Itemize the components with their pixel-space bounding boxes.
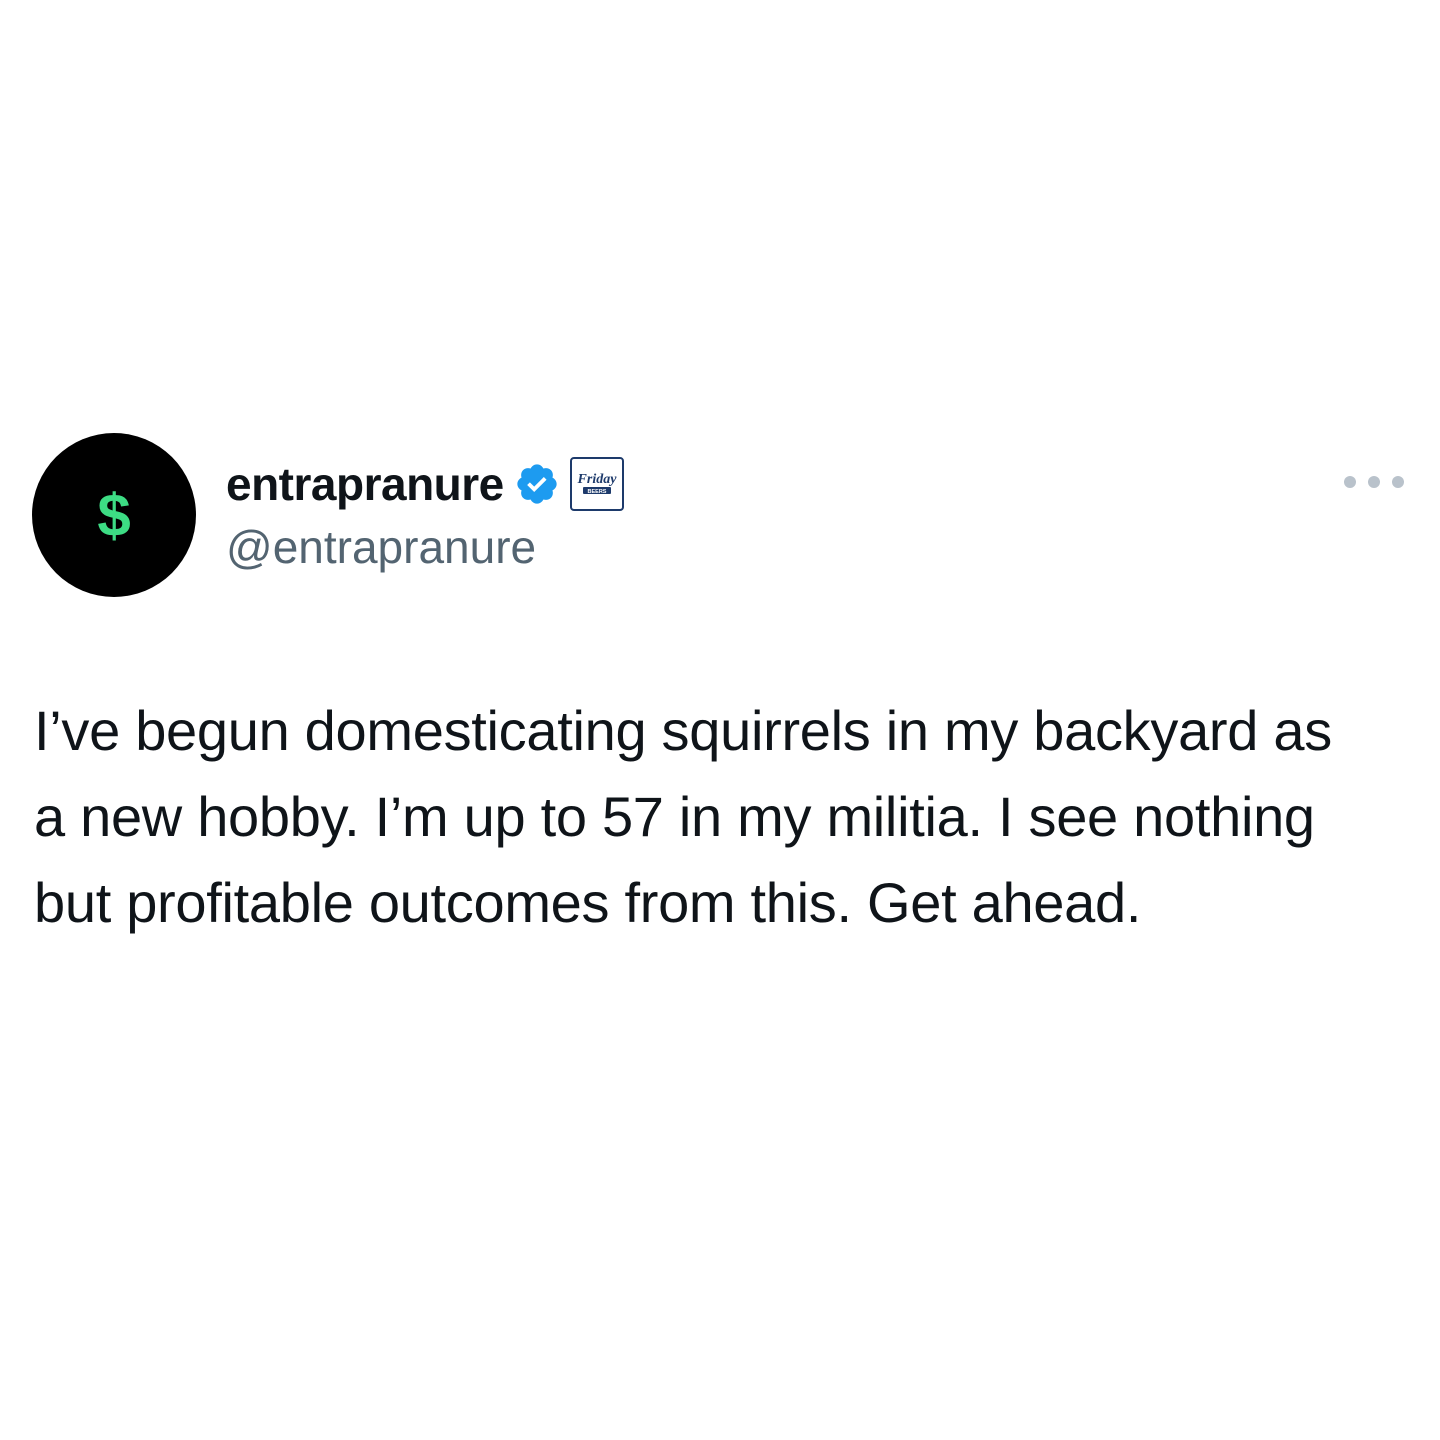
svg-text:BEERS: BEERS bbox=[587, 489, 606, 495]
dot bbox=[1392, 476, 1404, 488]
author-name-row: entrapranure Friday BEERS bbox=[226, 452, 624, 516]
verified-badge-icon[interactable] bbox=[514, 461, 560, 507]
svg-text:Friday: Friday bbox=[576, 472, 617, 487]
affiliate-badge-icon[interactable]: Friday BEERS bbox=[569, 457, 624, 511]
author-handle[interactable]: @entrapranure bbox=[226, 520, 536, 574]
avatar[interactable]: $ bbox=[32, 433, 196, 597]
tweet-text: I’ve begun domesticating squirrels in my… bbox=[34, 699, 1332, 934]
dollar-sign-icon: $ bbox=[97, 482, 131, 549]
display-name[interactable]: entrapranure bbox=[226, 457, 504, 511]
dot bbox=[1368, 476, 1380, 488]
dot bbox=[1344, 476, 1356, 488]
tweet-card: $ entrapranure Friday BEERS @entrapranur… bbox=[0, 0, 1440, 1440]
more-options-icon[interactable] bbox=[1344, 470, 1404, 494]
